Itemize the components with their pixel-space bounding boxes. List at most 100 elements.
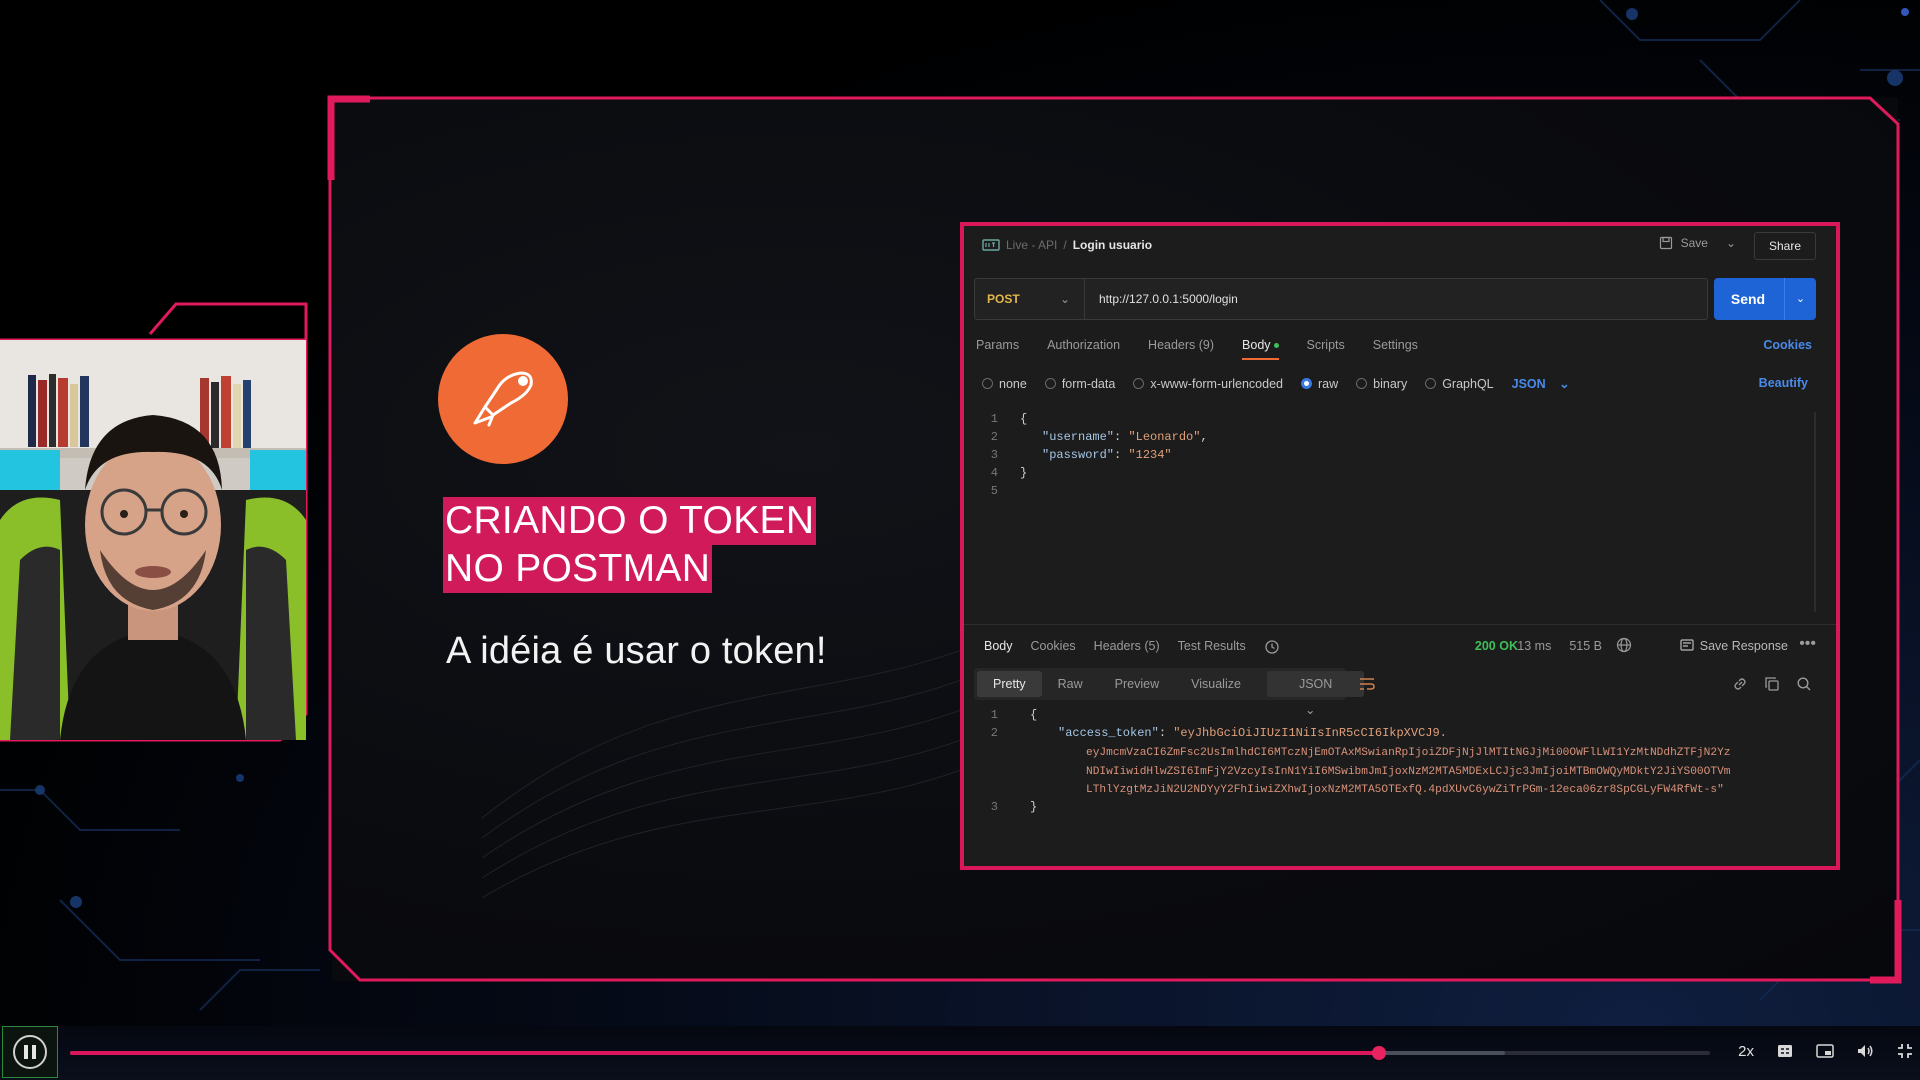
json-punct: ,: [1200, 430, 1208, 444]
cookies-link[interactable]: Cookies: [1763, 338, 1812, 352]
body-type-none[interactable]: none: [982, 377, 1027, 391]
body-type-label: none: [999, 376, 1027, 391]
breadcrumb: Live - API / Login usuario: [982, 238, 1152, 252]
tab-headers[interactable]: Headers (9): [1148, 338, 1214, 352]
video-player-controls: 2x: [0, 1026, 1920, 1080]
response-time[interactable]: 13 ms: [1517, 639, 1551, 653]
presenter-image: [0, 340, 306, 740]
response-view-modes: Pretty Raw Preview Visualize JSON ⌄: [974, 668, 1365, 717]
send-button-label: Send: [1730, 291, 1766, 307]
history-icon[interactable]: [1264, 639, 1280, 658]
search-icon[interactable]: [1796, 676, 1812, 697]
share-button[interactable]: Share: [1754, 232, 1816, 260]
body-type-graphql[interactable]: GraphQL: [1425, 377, 1494, 391]
picture-in-picture-icon[interactable]: [1816, 1042, 1834, 1060]
seek-handle[interactable]: [1371, 1046, 1386, 1060]
volume-icon[interactable]: [1856, 1042, 1874, 1060]
pause-icon: [13, 1035, 47, 1069]
chevron-down-icon: ⌄: [1059, 292, 1070, 306]
postman-window: Live - API / Login usuario Save ⌄ Share …: [960, 222, 1840, 870]
response-format-select[interactable]: JSON ⌄: [1266, 671, 1365, 717]
request-tabs: Params Authorization Headers (9) Body Sc…: [976, 338, 1418, 360]
body-type-form-data[interactable]: form-data: [1044, 377, 1115, 391]
response-tab-headers[interactable]: Headers (5): [1094, 639, 1160, 658]
body-type-raw[interactable]: raw: [1301, 377, 1338, 391]
breadcrumb-collection[interactable]: Live - API: [1006, 238, 1057, 252]
breadcrumb-separator: /: [1063, 238, 1067, 252]
view-visualize[interactable]: Visualize: [1175, 677, 1257, 691]
response-tab-test-results[interactable]: Test Results: [1178, 639, 1246, 658]
body-type-label: binary: [1373, 376, 1408, 391]
view-raw[interactable]: Raw: [1042, 677, 1099, 691]
wrap-lines-icon[interactable]: [1358, 676, 1376, 697]
radio-selected-icon: [1301, 377, 1312, 389]
webcam-feed: [0, 340, 306, 740]
url-input[interactable]: http://127.0.0.1:5000/login: [1099, 279, 1238, 319]
view-preview[interactable]: Preview: [1099, 677, 1175, 691]
pause-button[interactable]: [2, 1026, 58, 1078]
code-line: {: [1030, 708, 1038, 722]
slide-subtitle: A idéia é usar o token!: [446, 630, 827, 672]
response-format-value: JSON: [1298, 677, 1333, 691]
seek-bar[interactable]: [70, 1046, 1710, 1060]
headline-line-2: NO POSTMAN: [443, 545, 713, 593]
breadcrumb-request-name[interactable]: Login usuario: [1073, 238, 1152, 252]
copy-icon[interactable]: [1764, 676, 1780, 697]
code-line: "username": "Leonardo",: [1042, 430, 1208, 444]
tab-body-label: Body: [1242, 338, 1271, 352]
postman-logo: [438, 334, 568, 464]
code-line: {: [1020, 412, 1028, 426]
body-type-label: raw: [1318, 376, 1339, 391]
exit-fullscreen-icon[interactable]: [1896, 1042, 1914, 1060]
json-key: "access_token": [1058, 726, 1159, 740]
more-options-icon[interactable]: •••: [1799, 635, 1816, 653]
response-stats: 13 ms 515 B: [1517, 639, 1602, 653]
json-value: "1234": [1128, 448, 1172, 462]
send-options-chevron-icon[interactable]: ⌄: [1784, 278, 1816, 320]
code-line: "access_token": "eyJhbGciOiJIUzI1NiIsInR…: [1058, 726, 1447, 740]
body-format-select[interactable]: JSON ⌄: [1512, 376, 1570, 391]
response-tab-body[interactable]: Body: [984, 639, 1013, 658]
chevron-down-icon[interactable]: ⌄: [1726, 236, 1736, 250]
globe-icon[interactable]: [1616, 637, 1632, 658]
line-number: 4: [990, 466, 998, 480]
token-line: NDIwIiwidHlwZSI6ImFjY2VzcyIsInN1YiI6MSwi…: [1086, 765, 1731, 778]
headline-line-1: CRIANDO O TOKEN: [443, 497, 817, 545]
response-size[interactable]: 515 B: [1569, 639, 1602, 653]
view-pretty[interactable]: Pretty: [977, 671, 1042, 697]
method-select[interactable]: POST ⌄: [975, 279, 1085, 319]
response-tabs: Body Cookies Headers (5) Test Results: [984, 639, 1280, 658]
beautify-button[interactable]: Beautify: [1759, 376, 1808, 390]
code-line: }: [1020, 466, 1028, 480]
body-type-label: x-www-form-urlencoded: [1150, 376, 1283, 391]
line-number: 2: [990, 726, 998, 740]
request-body-editor[interactable]: 1 { 2 "username": "Leonardo", 3 "passwor…: [974, 412, 1806, 616]
response-toolbar: Body Cookies Headers (5) Test Results 20…: [964, 624, 1836, 666]
tab-body[interactable]: Body: [1242, 338, 1279, 360]
link-icon[interactable]: [1732, 676, 1748, 697]
playback-speed-button[interactable]: 2x: [1738, 1043, 1754, 1060]
body-type-urlencoded[interactable]: x-www-form-urlencoded: [1133, 377, 1283, 391]
tab-authorization[interactable]: Authorization: [1047, 338, 1120, 352]
editor-scrollbar[interactable]: [1814, 412, 1816, 612]
line-number: 3: [990, 800, 998, 814]
played-progress: [70, 1051, 1379, 1055]
http-request-icon: [982, 239, 1000, 251]
tab-settings[interactable]: Settings: [1373, 338, 1418, 352]
postman-rocket-icon: [473, 371, 533, 427]
status-badge[interactable]: 200 OK: [1475, 639, 1518, 653]
token-line: LThlYzgtMzJiN2U2NDYyY2FhIiwiZXhwIjoxNzM2…: [1086, 784, 1724, 796]
response-tab-cookies[interactable]: Cookies: [1031, 639, 1076, 658]
save-button[interactable]: Save ⌄: [1659, 236, 1736, 250]
save-response-button[interactable]: Save Response: [1680, 639, 1788, 653]
slide-headline: CRIANDO O TOKEN NO POSTMAN: [443, 497, 817, 593]
tab-params[interactable]: Params: [976, 338, 1019, 352]
method-value: POST: [987, 292, 1020, 306]
radio-icon: [1133, 377, 1145, 389]
send-button[interactable]: Send ⌄: [1714, 278, 1816, 320]
captions-icon[interactable]: [1776, 1042, 1794, 1060]
response-body-viewer[interactable]: 1 { 2 "access_token": "eyJhbGciOiJIUzI1N…: [974, 708, 1806, 818]
body-type-binary[interactable]: binary: [1356, 377, 1407, 391]
line-number: 1: [990, 708, 998, 722]
tab-scripts[interactable]: Scripts: [1307, 338, 1345, 352]
